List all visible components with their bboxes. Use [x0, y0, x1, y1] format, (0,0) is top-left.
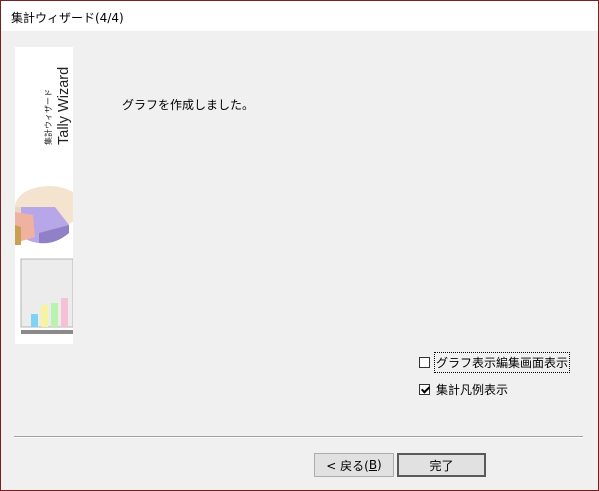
back-button-suffix: )	[377, 458, 382, 472]
button-separator	[14, 436, 583, 438]
option-legend-display[interactable]: 集計凡例表示	[419, 381, 508, 397]
wizard-side-image: Tally Wizard 集計ウィザード	[15, 47, 73, 344]
legend-checkbox[interactable]	[419, 383, 430, 395]
graph-edit-label[interactable]: グラフ表示編集画面表示	[433, 351, 571, 373]
legend-label[interactable]: 集計凡例表示	[436, 381, 508, 398]
side-heading-jp: 集計ウィザード	[43, 89, 53, 145]
title-bar: 集計ウィザード(4/4)	[1, 1, 598, 31]
back-button-accesskey: B	[368, 458, 378, 472]
finish-button[interactable]: 完了	[397, 453, 486, 477]
graph-edit-checkbox[interactable]	[419, 356, 430, 368]
window-title: 集計ウィザード(4/4)	[11, 11, 124, 25]
finish-button-label: 完了	[429, 458, 454, 473]
back-button-prefix: < 戻る(	[326, 458, 369, 473]
completion-message: グラフを作成しました。	[122, 98, 255, 112]
bar-chart-icon	[17, 255, 73, 334]
window-frame	[0, 0, 599, 491]
side-heading-en: Tally Wizard	[56, 67, 72, 145]
option-graph-edit-screen[interactable]: グラフ表示編集画面表示	[419, 351, 571, 373]
back-button[interactable]: < 戻る(B)	[314, 453, 394, 477]
pie-chart-icon	[15, 186, 73, 245]
